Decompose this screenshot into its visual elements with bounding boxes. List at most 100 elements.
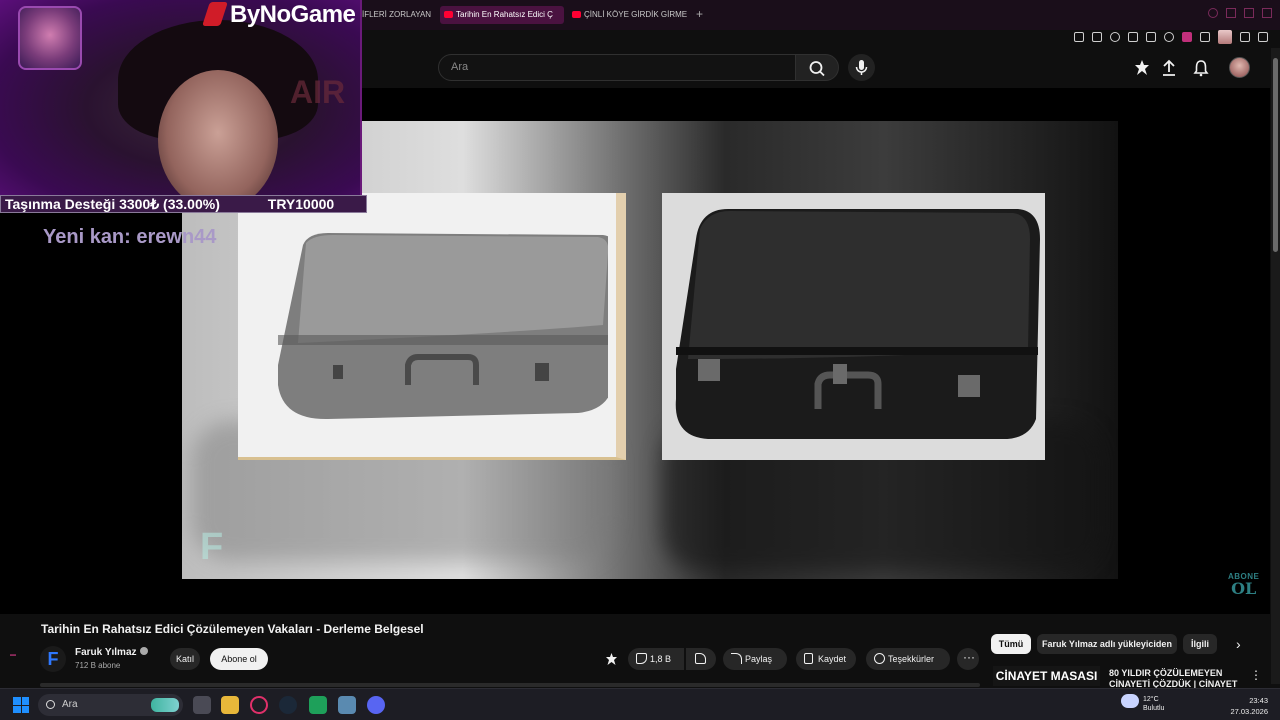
channel-name[interactable]: Faruk Yılmaz [75, 647, 137, 658]
new-member-alert: Yeni kan: erewn44 [43, 226, 217, 248]
like-button[interactable]: 1,8 B [628, 648, 684, 670]
subscriber-count: 712 B abone [75, 661, 121, 670]
new-tab-button[interactable]: + [696, 8, 703, 20]
screenshot-icon[interactable] [1092, 32, 1102, 42]
taskbar-search-placeholder: Ara [62, 699, 78, 710]
clock-date: 27.03.2026 [1230, 707, 1268, 716]
bookmark-icon [804, 653, 813, 664]
network-app-icon[interactable] [338, 696, 356, 714]
sponsor-logo: ByNoGame [202, 1, 356, 29]
heart-icon[interactable] [1164, 32, 1174, 42]
search-input[interactable]: Ara [438, 54, 796, 81]
restore-icon[interactable] [1226, 8, 1236, 18]
side-glyph: ▬ [10, 652, 16, 658]
minimize-icon[interactable] [1208, 8, 1218, 18]
more-actions-button[interactable]: ··· [957, 648, 979, 670]
thumbs-down-icon [695, 653, 706, 664]
voice-search-button[interactable] [848, 54, 875, 81]
opera-gx-icon[interactable] [250, 696, 268, 714]
pin-icon[interactable] [1074, 32, 1084, 42]
channel-name-link[interactable]: Faruk Yılmaz [75, 647, 148, 658]
youtube-icon [444, 11, 453, 18]
video-title: Tarihin En Rahatsız Edici Çözülemeyen Va… [41, 622, 424, 636]
weather-desc: Bulutlu [1143, 705, 1165, 712]
taskbar-search[interactable]: Ara [38, 694, 183, 716]
suitcase-black-image [675, 209, 1040, 439]
weather-widget[interactable]: 12°C Bulutlu [1143, 695, 1164, 713]
dislike-button[interactable] [686, 648, 716, 670]
streamer-logo-icon [18, 6, 82, 70]
chevron-right-icon[interactable]: › [1236, 636, 1241, 652]
page-scrollbar[interactable] [1271, 48, 1280, 684]
browser-tab[interactable]: ÇİNLİ KÖYE GİRDİK GİRME [568, 6, 688, 24]
notifications-bell-icon[interactable] [1192, 59, 1210, 77]
discord-icon[interactable] [367, 696, 385, 714]
extension-icon[interactable] [1182, 32, 1192, 42]
game-app-icon[interactable] [309, 696, 327, 714]
weather-cloud-icon[interactable] [1121, 694, 1139, 708]
channel-avatar[interactable]: F [40, 646, 66, 672]
account-avatar[interactable] [1229, 57, 1250, 78]
maximize-icon[interactable] [1244, 8, 1254, 18]
microphone-icon [855, 60, 868, 75]
browser-tab[interactable]: İFLERİ ZORLAYAN [358, 6, 432, 24]
suitcase-gray-image [278, 233, 608, 420]
upload-icon[interactable] [1160, 59, 1178, 77]
share-arrow-icon [731, 653, 742, 664]
windows-taskbar: Ara 12°C Bulutlu 23:43 27.03.2026 [0, 688, 1280, 720]
thumbs-up-icon [636, 653, 647, 664]
save-button[interactable]: Kaydet [796, 648, 856, 670]
donation-goal: TRY10000 [267, 196, 335, 212]
create-icon[interactable] [1133, 59, 1151, 77]
super-thanks-icon [874, 653, 885, 664]
clock-time: 23:43 [1249, 696, 1268, 705]
browser-toolbar [1074, 30, 1280, 46]
profile-icon[interactable] [1218, 30, 1232, 44]
windows-start-icon[interactable] [13, 697, 29, 713]
remix-icon[interactable] [604, 652, 619, 667]
like-count: 1,8 B [650, 654, 672, 664]
verified-icon [139, 647, 148, 655]
recommendation-title[interactable]: 80 YILDIR ÇÖZÜLEMEYEN CİNAYETİ ÇÖZDÜK | … [1109, 668, 1239, 688]
share-label: Paylaş [745, 654, 773, 664]
task-view-icon[interactable] [193, 696, 211, 714]
weather-temp: 12°C [1143, 696, 1159, 703]
play-icon[interactable] [1146, 32, 1156, 42]
subscribe-button[interactable]: Abone ol [210, 648, 268, 670]
join-button[interactable]: Katıl [170, 648, 200, 670]
recommendation-thumbnail[interactable]: CİNAYET MASASI [993, 666, 1100, 686]
share-button[interactable]: Paylaş [723, 648, 787, 670]
browser-tab-active[interactable]: Tarihin En Rahatsız Edici Ç [440, 6, 564, 24]
kebab-menu-icon[interactable]: ⋮ [1250, 668, 1262, 682]
channel-watermark-logo: F [200, 526, 224, 568]
chip-all[interactable]: Tümü [991, 634, 1031, 654]
sponsor-mark-icon [202, 2, 228, 26]
download-icon[interactable] [1240, 32, 1250, 42]
background-sign: AIR [290, 74, 346, 110]
chip-from-uploader[interactable]: Faruk Yılmaz adlı yükleyiciden [1037, 634, 1177, 654]
menu-icon[interactable] [1258, 32, 1268, 42]
close-icon[interactable] [1262, 8, 1272, 18]
puzzle-icon[interactable] [1200, 32, 1210, 42]
suitcase-photo-black [662, 193, 1045, 460]
search-icon [46, 700, 55, 709]
tab-label: Tarihin En Rahatsız Edici Ç [456, 10, 553, 19]
suitcase-photo-gray [238, 193, 626, 460]
sponsor-name: ByNoGame [230, 1, 356, 28]
steam-icon[interactable] [279, 696, 297, 714]
messenger-icon[interactable] [1128, 32, 1138, 42]
chip-related[interactable]: İlgili [1183, 634, 1217, 654]
scrollbar-thumb[interactable] [1273, 58, 1278, 252]
donation-goal-bar: Taşınma Desteği 3300₺ (33.00%) TRY10000 [0, 195, 367, 213]
donation-label: Taşınma Desteği 3300₺ (33.00%) [5, 196, 220, 212]
file-explorer-icon[interactable] [221, 696, 239, 714]
search-button[interactable] [795, 54, 839, 81]
subscribe-watermark-line2: OL [1231, 579, 1257, 598]
save-label: Kaydet [818, 654, 847, 664]
description-box-edge[interactable] [40, 683, 980, 687]
thanks-button[interactable]: Teşekkürler [866, 648, 950, 670]
vpn-icon[interactable] [1110, 32, 1120, 42]
streamer-webcam: AIR [0, 0, 362, 195]
subscribe-watermark[interactable]: ABONE OL [1228, 573, 1259, 597]
system-clock[interactable]: 23:43 27.03.2026 [1226, 695, 1268, 717]
